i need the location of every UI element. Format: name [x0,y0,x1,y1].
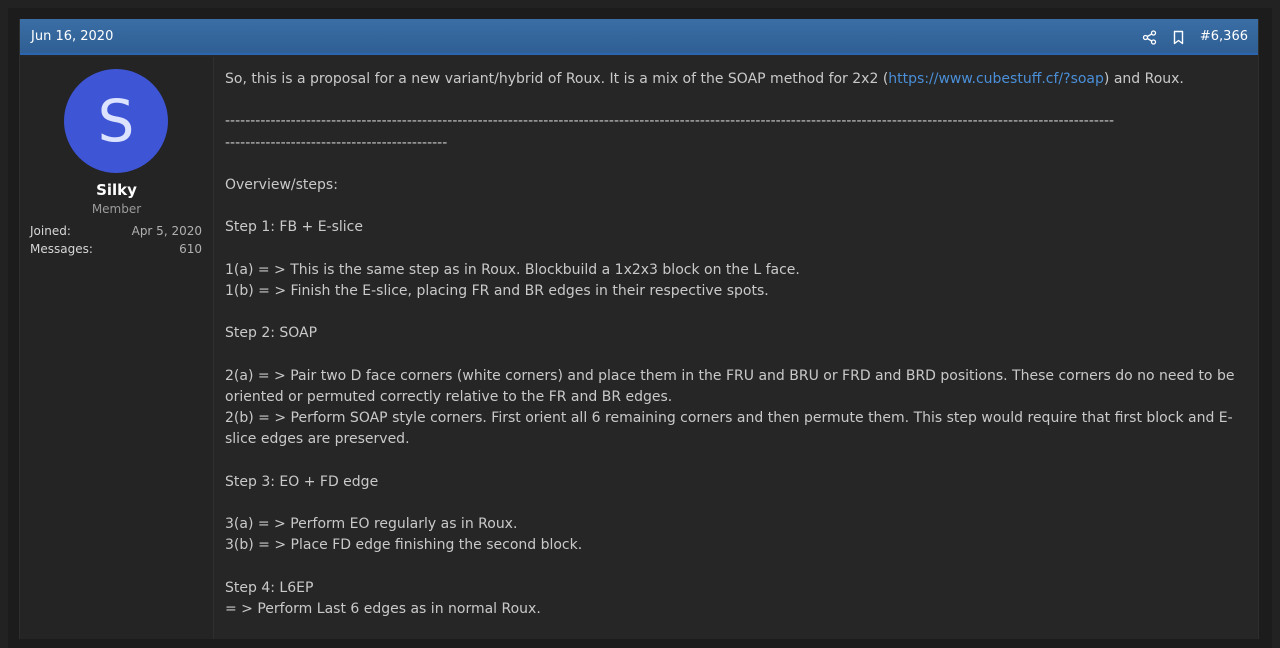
forum-post: Jun 16, 2020 #6,366 S Silky Member Joine… [19,19,1259,639]
messages-value: 610 [179,242,202,256]
bookmark-icon[interactable] [1171,30,1186,45]
step1-a: 1(a) = > This is the same step as in Rou… [225,261,800,278]
intro-text: So, this is a proposal for a new variant… [225,71,889,87]
soap-link[interactable]: https://www.cubestuff.cf/?soap [888,71,1104,87]
username[interactable]: Silky [20,181,213,199]
step4-a: = > Perform Last 6 edges as in normal Ro… [225,600,541,617]
step3-b: 3(b) = > Place FD edge finishing the sec… [225,537,583,554]
step2-b: 2(b) = > Perform SOAP style corners. Fir… [225,410,1233,448]
step4-title: Step 4: L6EP [225,579,314,596]
step2-title: Step 2: SOAP [225,325,318,342]
messages-stat: Messages: 610 [30,242,202,256]
step2-a: 2(a) = > Pair two D face corners (white … [225,367,1235,405]
joined-stat: Joined: Apr 5, 2020 [30,224,202,238]
post-number-link[interactable]: #6,366 [1200,29,1248,45]
step1-b: 1(b) = > Finish the E-slice, placing FR … [225,282,769,299]
divider-line-continued: ----------------------------------------… [225,134,448,151]
post-header: Jun 16, 2020 #6,366 [20,19,1258,55]
user-info-column: S Silky Member Joined: Apr 5, 2020 Messa… [20,57,214,639]
post-actions: #6,366 [1142,28,1248,46]
avatar[interactable]: S [64,69,168,173]
overview-heading: Overview/steps: [225,176,338,193]
step3-a: 3(a) = > Perform EO regularly as in Roux… [225,516,518,533]
user-title: Member [91,202,142,216]
divider-line: ----------------------------------------… [225,113,1115,130]
intro-text-end: ) and Roux. [1103,71,1184,87]
step3-title: Step 3: EO + FD edge [225,473,379,490]
share-icon[interactable] [1142,29,1157,45]
step1-title: Step 1: FB + E-slice [225,219,363,236]
post-date[interactable]: Jun 16, 2020 [31,29,113,45]
messages-label: Messages: [30,242,93,256]
joined-value: Apr 5, 2020 [131,224,202,238]
joined-label: Joined: [30,224,71,238]
intro-paragraph: So, this is a proposal for a new variant… [225,69,1247,90]
post-body: So, this is a proposal for a new variant… [225,69,1247,620]
